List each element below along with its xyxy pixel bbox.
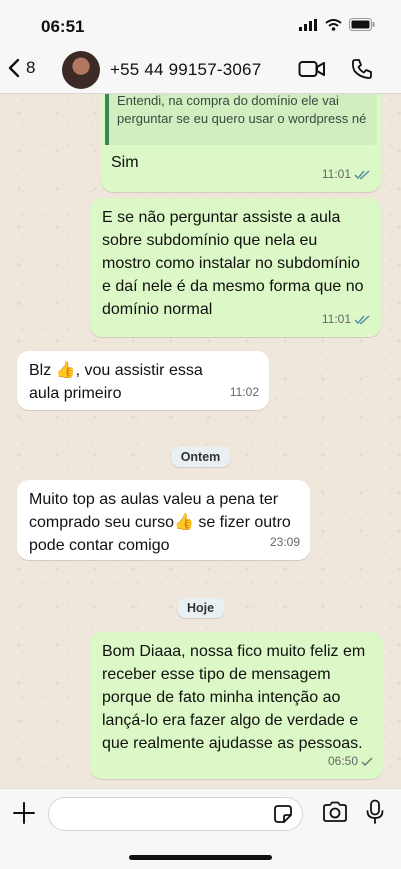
status-time: 06:51 [41,17,85,36]
message-meta: 11:01 [322,308,371,331]
unread-count: 8 [26,58,36,77]
double-check-icon [354,169,370,179]
avatar[interactable] [62,51,100,89]
message-input[interactable] [48,797,303,831]
input-bar [0,788,401,869]
battery-icon [349,18,375,31]
chat-header: 8 +55 44 99157-3067 [0,48,401,94]
video-call-icon[interactable] [298,59,326,79]
back-button[interactable]: 8 [8,58,35,78]
message-bubble-outgoing[interactable]: Bom Diaaa, nossa fico muito feliz em rec… [90,632,383,779]
message-time: 11:02 [229,385,259,399]
message-bubble-incoming[interactable]: Muito top as aulas valeu a pena ter comp… [17,480,310,560]
phone-icon[interactable] [351,58,373,80]
message-text: E se não perguntar assiste a aula sobre … [102,209,364,318]
camera-icon[interactable] [322,801,348,823]
message-bubble-outgoing[interactable]: E se não perguntar assiste a aula sobre … [90,198,381,337]
message-time: 06:50 [327,754,358,768]
message-time: 11:01 [321,167,351,181]
message-time: 23:09 [269,535,300,549]
message-text: Sim [111,154,139,171]
message-meta: 23:09 [270,531,300,554]
check-icon [361,756,373,766]
message-text: Bom Diaaa, nossa fico muito feliz em rec… [102,643,366,752]
plus-icon[interactable] [12,801,36,825]
message-meta: 11:01 [322,163,371,186]
message-text: Muito top as aulas valeu a pena ter comp… [29,491,291,554]
message-meta: 11:02 [230,381,259,404]
status-bar: 06:51 [0,0,401,48]
message-text: Blz 👍, vou assistir essa aula primeiro [29,362,203,402]
contact-name[interactable]: +55 44 99157-3067 [110,60,261,80]
quoted-text: Entendi, na compra do domínio ele vai pe… [117,94,367,126]
message-bubble-outgoing[interactable]: Entendi, na compra do domínio ele vai pe… [101,94,381,192]
sticker-icon[interactable] [272,803,294,825]
signal-icon [299,18,317,31]
chat-area[interactable]: Entendi, na compra do domínio ele vai pe… [0,94,401,788]
date-divider: Hoje [176,598,225,618]
message-meta: 06:50 [328,750,373,773]
microphone-icon[interactable] [366,799,384,825]
header-actions [298,58,373,80]
message-time: 11:01 [321,312,351,326]
quoted-message[interactable]: Entendi, na compra do domínio ele vai pe… [105,94,377,145]
double-check-icon [354,314,370,324]
chevron-left-icon [8,58,20,78]
status-icons [299,18,375,31]
wifi-icon [325,18,342,31]
message-bubble-incoming[interactable]: Blz 👍, vou assistir essa aula primeiro 1… [17,351,269,410]
home-indicator [129,855,272,860]
date-divider: Ontem [170,447,231,467]
